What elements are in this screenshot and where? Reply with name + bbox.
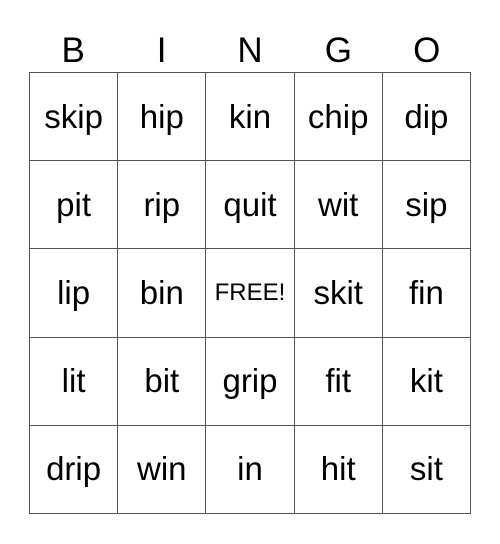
bingo-cell[interactable]: kin bbox=[206, 73, 295, 162]
free-space-cell[interactable]: FREE! bbox=[206, 249, 295, 338]
bingo-cell[interactable]: lip bbox=[30, 249, 119, 338]
bingo-cell[interactable]: skip bbox=[30, 73, 119, 162]
header-letter-n: N bbox=[237, 31, 263, 70]
bingo-cell[interactable]: drip bbox=[30, 425, 119, 514]
bingo-cell[interactable]: wit bbox=[294, 161, 383, 250]
bingo-cell[interactable]: grip bbox=[206, 337, 295, 426]
bingo-cell[interactable]: sit bbox=[382, 425, 471, 514]
bingo-cell[interactable]: fin bbox=[382, 249, 471, 338]
bingo-cell[interactable]: chip bbox=[294, 73, 383, 162]
bingo-grid: skip hip kin chip dip pit rip quit wit s… bbox=[29, 72, 471, 514]
bingo-header: B I N G O bbox=[29, 30, 471, 72]
header-letter-b: B bbox=[61, 31, 85, 70]
bingo-cell[interactable]: win bbox=[118, 425, 207, 514]
bingo-cell[interactable]: kit bbox=[382, 337, 471, 426]
bingo-cell[interactable]: rip bbox=[118, 161, 207, 250]
bingo-cell[interactable]: hip bbox=[118, 73, 207, 162]
bingo-cell[interactable]: bin bbox=[118, 249, 207, 338]
header-letter-g: G bbox=[324, 31, 352, 70]
bingo-cell[interactable]: pit bbox=[30, 161, 119, 250]
bingo-cell[interactable]: skit bbox=[294, 249, 383, 338]
header-letter-i: I bbox=[156, 31, 167, 70]
bingo-cell[interactable]: dip bbox=[382, 73, 471, 162]
bingo-cell[interactable]: in bbox=[206, 425, 295, 514]
header-letter-o: O bbox=[413, 31, 441, 70]
bingo-cell[interactable]: bit bbox=[118, 337, 207, 426]
bingo-cell[interactable]: fit bbox=[294, 337, 383, 426]
bingo-cell[interactable]: quit bbox=[206, 161, 295, 250]
bingo-cell[interactable]: lit bbox=[30, 337, 119, 426]
bingo-cell[interactable]: hit bbox=[294, 425, 383, 514]
bingo-cell[interactable]: sip bbox=[382, 161, 471, 250]
